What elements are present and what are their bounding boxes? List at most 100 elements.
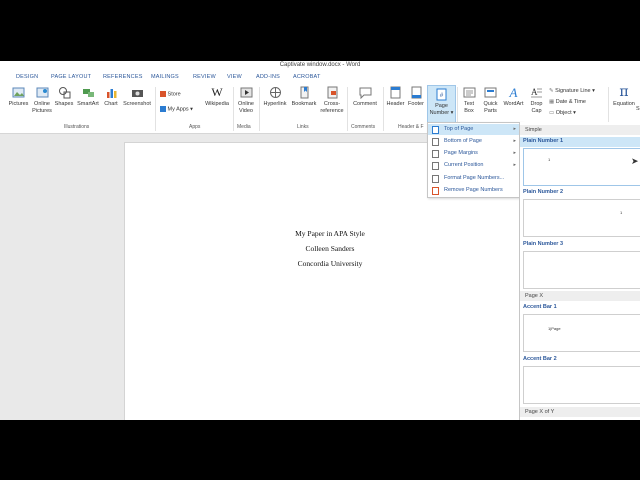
tab-page-layout[interactable]: PAGE LAYOUT: [51, 74, 91, 80]
gallery-plain-number-2[interactable]: 1: [523, 199, 640, 237]
text-box-button[interactable]: Text Box: [459, 86, 479, 114]
wikipedia-label: Wikipedia: [205, 101, 229, 107]
footer-label: Footer: [408, 101, 424, 107]
tab-design[interactable]: DESIGN: [16, 74, 38, 80]
online-video-label-1: Online: [238, 101, 254, 107]
store-label: Store: [167, 91, 181, 98]
menu-item-bottom-of-page[interactable]: Bottom of Page ▸: [428, 136, 522, 147]
smartart-icon: [82, 89, 94, 97]
online-video-label-2: Video: [239, 107, 253, 114]
pictures-icon: [12, 87, 25, 98]
drop-cap-button[interactable]: A Drop Cap: [527, 86, 546, 114]
separator: [233, 87, 234, 131]
page-number-button[interactable]: # Page Number ▾: [427, 85, 456, 124]
menu-item-label: Bottom of Page: [444, 138, 482, 144]
bookmark-label: Bookmark: [291, 101, 317, 107]
menu-item-current-position[interactable]: Current Position ▸: [428, 160, 522, 171]
tab-references[interactable]: REFERENCES: [103, 74, 143, 80]
signature-line-button[interactable]: ✎ Signature Line ▾: [549, 88, 595, 94]
camera-icon: [131, 90, 143, 97]
shapes-button[interactable]: Shapes: [54, 86, 74, 108]
page-number-menu: Top of Page ▸ Bottom of Page ▸ Page Marg…: [427, 122, 523, 198]
chart-label: Chart: [104, 101, 118, 107]
menu-item-page-margins[interactable]: Page Margins ▸: [428, 148, 522, 159]
hyperlink-button[interactable]: Hyperlink: [262, 86, 288, 108]
tab-mailings[interactable]: MAILINGS: [151, 74, 179, 80]
separator: [155, 87, 156, 131]
chevron-right-icon: ▸: [513, 126, 516, 132]
svg-text:A: A: [531, 87, 538, 97]
header-icon: [390, 86, 401, 99]
page-top-icon: [432, 126, 439, 134]
calendar-icon: ▦: [549, 99, 555, 105]
comment-icon: [359, 87, 371, 99]
screenshot-button[interactable]: Screenshot: [121, 86, 153, 108]
menu-item-label: Top of Page: [444, 126, 474, 132]
cross-reference-button[interactable]: Cross- reference: [320, 86, 344, 114]
page-number-gallery: Simple Plain Number 1 1 ➤ Plain Number 2…: [519, 122, 640, 420]
symbol-label-partial: S: [636, 106, 640, 112]
page-number-mark: 1: [620, 210, 623, 215]
gallery-section-label: Page X: [525, 293, 544, 299]
separator: [259, 87, 260, 131]
my-apps-label: My Apps: [167, 106, 189, 113]
tab-add-ins[interactable]: ADD-INS: [256, 74, 280, 80]
page-number-label-2: Number: [429, 109, 450, 116]
gallery-accent-bar-2[interactable]: [523, 366, 640, 404]
doc-institution-line: Concordia University: [297, 259, 363, 268]
pi-icon: π: [619, 84, 629, 100]
wordart-label: WordArt: [503, 101, 524, 107]
tab-view[interactable]: VIEW: [227, 74, 242, 80]
gallery-section-label: Page X of Y: [525, 409, 555, 415]
wordart-icon: A: [509, 85, 518, 100]
text-box-icon: [463, 87, 475, 98]
tab-acrobat[interactable]: ACROBAT: [293, 74, 321, 80]
gallery-section-page-x: Page X: [520, 291, 640, 301]
chart-button[interactable]: Chart: [102, 86, 120, 108]
wikipedia-button[interactable]: W Wikipedia: [203, 86, 231, 108]
gallery-accent-bar-1[interactable]: 1|Page: [523, 314, 640, 352]
header-footer-group-label: Header & F: [398, 124, 424, 130]
hyperlink-label: Hyperlink: [263, 101, 287, 107]
online-video-button[interactable]: Online Video: [235, 86, 257, 114]
menu-item-label: Format Page Numbers...: [444, 175, 505, 181]
menu-item-top-of-page[interactable]: Top of Page ▸: [428, 124, 522, 135]
menu-item-remove-page-numbers[interactable]: Remove Page Numbers: [428, 185, 522, 196]
gallery-item-title: Accent Bar 1: [523, 304, 557, 310]
gallery-section-label: Simple: [525, 127, 542, 133]
video-icon: [240, 87, 252, 98]
quick-parts-button[interactable]: Quick Parts: [480, 86, 501, 114]
comment-label: Comment: [353, 101, 377, 107]
doc-title-line: My Paper in APA Style: [295, 229, 365, 238]
menu-item-format-page-numbers[interactable]: Format Page Numbers...: [428, 173, 522, 184]
gallery-plain-number-3[interactable]: [523, 251, 640, 289]
date-time-button[interactable]: ▦ Date & Time: [549, 99, 586, 105]
quick-parts-label-1: Quick: [483, 101, 498, 107]
drop-cap-label-2: Cap: [531, 107, 542, 114]
my-apps-button[interactable]: My Apps ▾: [160, 106, 193, 112]
footer-button[interactable]: Footer: [406, 86, 426, 108]
pictures-button[interactable]: Pictures: [6, 86, 31, 108]
comment-button[interactable]: Comment: [349, 86, 381, 108]
gallery-plain-number-1[interactable]: 1 ➤: [523, 148, 640, 186]
bookmark-icon: [300, 86, 308, 99]
store-icon: [160, 91, 166, 97]
bookmark-button[interactable]: Bookmark: [289, 86, 319, 108]
quick-parts-icon: [484, 87, 497, 98]
online-pictures-button[interactable]: Online Pictures: [31, 86, 53, 114]
symbol-button-partial[interactable]: S: [636, 106, 640, 112]
wordart-button[interactable]: A WordArt: [501, 86, 526, 108]
store-button[interactable]: Store: [160, 91, 181, 97]
smartart-button[interactable]: SmartArt: [74, 86, 102, 108]
object-button[interactable]: ▭ Object ▾: [549, 110, 576, 116]
drop-cap-label-1: Drop: [530, 101, 543, 107]
format-icon: [432, 175, 439, 183]
cross-reference-label-2: reference: [320, 107, 344, 114]
header-button[interactable]: Header: [385, 86, 406, 108]
equation-button[interactable]: π Equation: [610, 84, 638, 108]
menu-item-label: Page Margins: [444, 150, 478, 156]
online-pictures-label-1: Online: [34, 101, 50, 107]
shapes-label: Shapes: [54, 101, 74, 107]
date-time-label: Date & Time: [555, 99, 586, 105]
tab-review[interactable]: REVIEW: [193, 74, 216, 80]
